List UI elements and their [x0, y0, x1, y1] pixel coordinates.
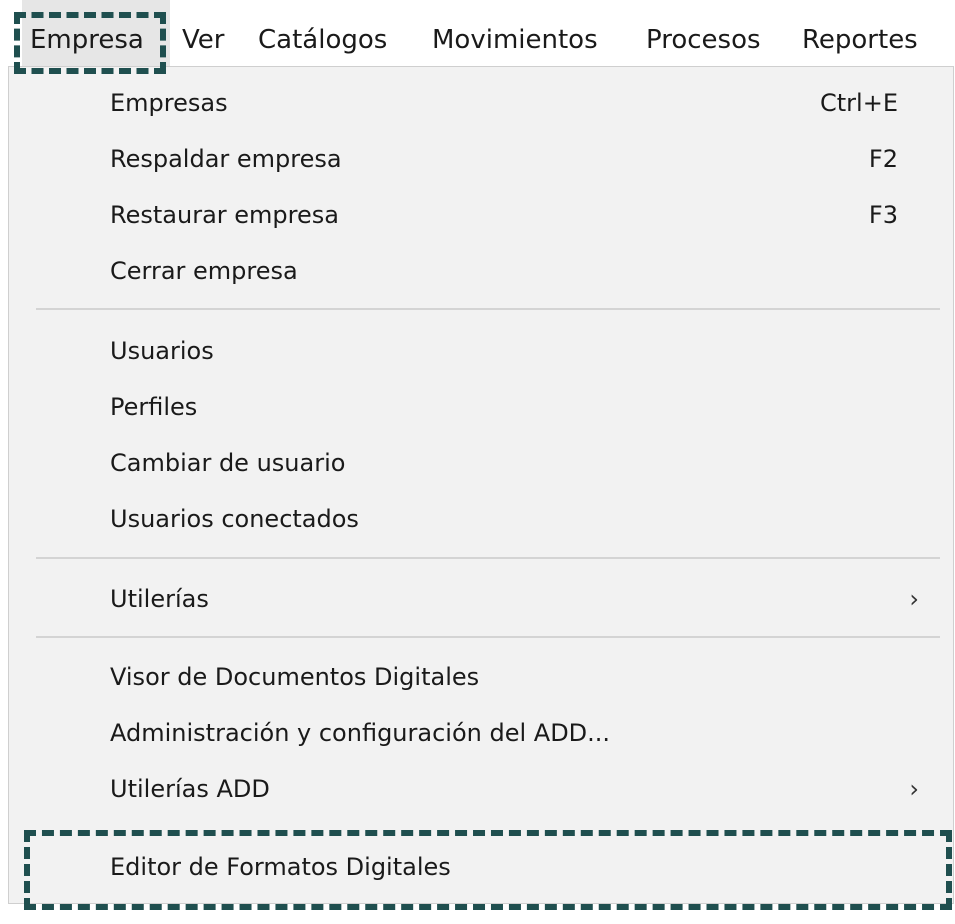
menu-item-label: Cambiar de usuario	[110, 449, 346, 477]
menu-item-restaurar-empresa[interactable]: Restaurar empresa F3	[9, 187, 953, 243]
app-window: Empresa Ver Catálogos Movimientos Proces…	[0, 0, 955, 924]
menu-movimientos[interactable]: Movimientos	[432, 0, 598, 66]
menu-bar: Empresa Ver Catálogos Movimientos Proces…	[0, 0, 955, 66]
menu-item-label: Cerrar empresa	[110, 257, 298, 285]
menu-separator	[36, 636, 940, 638]
empresa-dropdown-menu: Empresas Ctrl+E Respaldar empresa F2 Res…	[8, 66, 954, 904]
menu-item-label: Respaldar empresa	[110, 145, 342, 173]
menu-item-utilerias[interactable]: Utilerías ›	[9, 571, 953, 627]
menu-item-label: Usuarios conectados	[110, 505, 359, 533]
menu-procesos[interactable]: Procesos	[646, 0, 761, 66]
menu-separator	[36, 308, 940, 310]
menu-item-label: Utilerías	[110, 585, 209, 613]
menu-item-cerrar-empresa[interactable]: Cerrar empresa	[9, 243, 953, 299]
menu-item-label: Empresas	[110, 89, 228, 117]
menu-item-cambiar-de-usuario[interactable]: Cambiar de usuario	[9, 435, 953, 491]
menu-catalogos[interactable]: Catálogos	[258, 0, 387, 66]
chevron-right-icon: ›	[909, 775, 919, 803]
menu-empresa[interactable]: Empresa	[22, 0, 170, 66]
menu-item-perfiles[interactable]: Perfiles	[9, 379, 953, 435]
chevron-right-icon: ›	[909, 585, 919, 613]
menu-item-label: Usuarios	[110, 337, 214, 365]
menu-reportes[interactable]: Reportes	[802, 0, 918, 66]
menu-item-editor-formatos-digitales[interactable]: Editor de Formatos Digitales	[9, 839, 953, 895]
menu-item-label: Utilerías ADD	[110, 775, 270, 803]
menu-item-administracion-add[interactable]: Administración y configuración del ADD..…	[9, 705, 953, 761]
menu-item-label: Editor de Formatos Digitales	[110, 853, 451, 881]
menu-item-label: Visor de Documentos Digitales	[110, 663, 480, 691]
menu-item-label: Administración y configuración del ADD..…	[110, 719, 611, 747]
menu-item-shortcut: Ctrl+E	[820, 89, 898, 117]
menu-item-usuarios-conectados[interactable]: Usuarios conectados	[9, 491, 953, 547]
menu-separator	[36, 557, 940, 559]
menu-item-visor-documentos-digitales[interactable]: Visor de Documentos Digitales	[9, 649, 953, 705]
menu-item-utilerias-add[interactable]: Utilerías ADD ›	[9, 761, 953, 817]
menu-item-shortcut: F3	[868, 201, 898, 229]
menu-item-respaldar-empresa[interactable]: Respaldar empresa F2	[9, 131, 953, 187]
menu-item-label: Perfiles	[110, 393, 198, 421]
menu-item-label: Restaurar empresa	[110, 201, 339, 229]
menu-item-empresas[interactable]: Empresas Ctrl+E	[9, 75, 953, 131]
menu-item-usuarios[interactable]: Usuarios	[9, 323, 953, 379]
menu-ver[interactable]: Ver	[182, 0, 224, 66]
menu-item-shortcut: F2	[868, 145, 898, 173]
